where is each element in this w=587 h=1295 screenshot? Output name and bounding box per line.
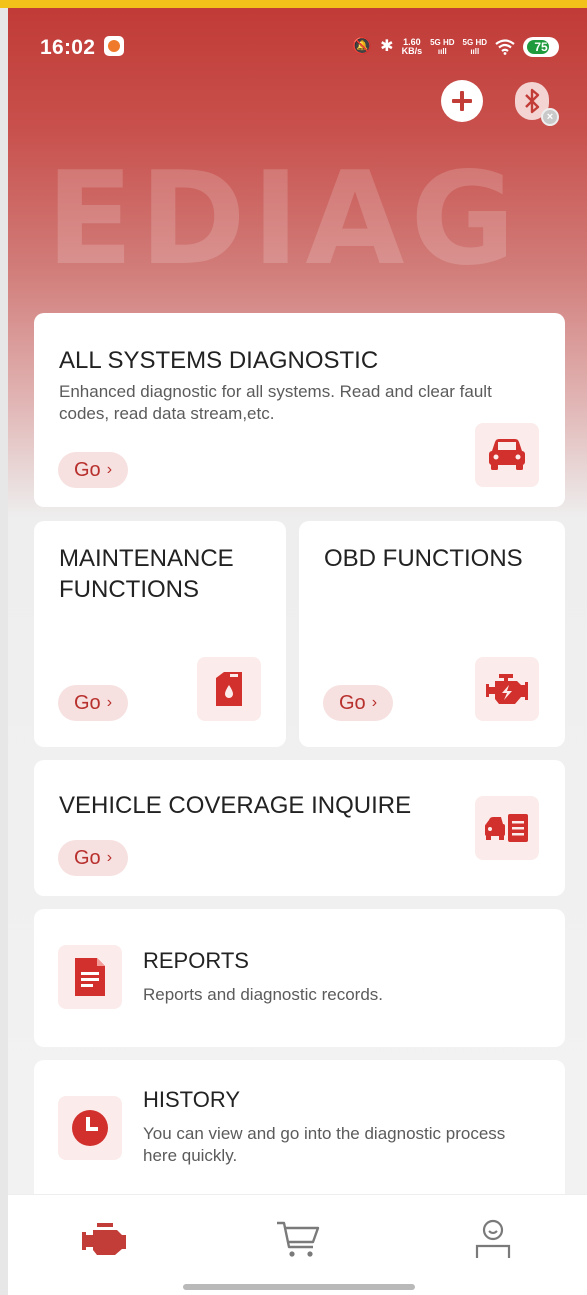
wifi-icon [495,39,515,55]
engine-icon [486,674,528,704]
battery-level: 75 [534,40,548,54]
signal-sim1: 5G HD ııll [430,38,454,56]
nav-shop-tab[interactable] [268,1217,328,1261]
status-bar: 16:02 🔕 ✱ 1.60 KB/s 5G HD ııll 5G HD ııl… [8,8,587,78]
mute-icon: 🔕 [352,38,373,55]
sim2-bars: ııll [470,47,480,56]
clock-icon-tile [58,1096,122,1160]
go-label: Go [74,846,101,869]
notification-app-icon [104,36,124,56]
maintenance-title: MAINTENANCE FUNCTIONS [59,545,234,603]
bluetooth-status-icon: ✱ [380,38,394,55]
go-label: Go [74,691,101,714]
profile-icon [475,1219,511,1258]
speed-unit: KB/s [401,46,423,56]
obd-go-button[interactable]: Go › [323,685,394,721]
go-label: Go [74,458,101,481]
vehicle-coverage-card[interactable]: VEHICLE COVERAGE INQUIRE Go › [34,760,565,896]
chevron-right-icon: › [106,849,113,866]
sim1-bars: ııll [437,47,447,56]
app-screen: 16:02 🔕 ✱ 1.60 KB/s 5G HD ııll 5G HD ııl… [8,8,587,1295]
go-label: Go [339,691,366,714]
cart-icon [277,1221,320,1257]
obd-title: OBD FUNCTIONS [324,545,523,572]
document-icon-tile [58,945,122,1009]
left-edge [0,8,8,1295]
vehicle-coverage-go-button[interactable]: Go › [58,840,129,876]
plus-icon [452,91,472,111]
clock-icon [72,1110,108,1146]
chevron-right-icon: › [106,694,113,711]
status-time: 16:02 [40,36,96,59]
maintenance-card[interactable]: MAINTENANCE FUNCTIONS Go › [34,521,286,747]
sim1-type: 5G HD [430,38,455,47]
reports-desc: Reports and diagnostic records. [143,985,384,1004]
battery-indicator: 75 [523,37,559,57]
bluetooth-button[interactable]: × [515,80,559,126]
car-icon-tile [475,423,539,487]
status-icons: 🔕 ✱ 1.60 KB/s 5G HD ııll 5G HD ııll 75 [352,36,559,58]
sim2-type: 5G HD [462,38,487,47]
chevron-right-icon: › [371,694,378,711]
document-icon [75,958,105,996]
car-list-icon [485,814,528,842]
car-list-icon-tile [475,796,539,860]
reports-card[interactable]: REPORTS Reports and diagnostic records. [34,909,565,1047]
bottom-navigation [8,1194,587,1295]
all-systems-go-button[interactable]: Go › [58,452,129,488]
history-title: HISTORY [143,1087,240,1112]
oil-can-icon-tile [197,657,261,721]
engine-icon-tile [475,657,539,721]
engine-icon [82,1223,126,1255]
vehicle-coverage-title: VEHICLE COVERAGE INQUIRE [59,792,412,819]
reports-title: REPORTS [143,948,249,973]
signal-sim2: 5G HD ııll [463,38,487,56]
nav-diagnose-tab[interactable] [76,1217,136,1261]
disconnected-x-icon: × [541,108,559,126]
nav-profile-tab[interactable] [463,1217,523,1261]
chevron-right-icon: › [106,461,113,478]
history-desc: You can view and go into the diagnostic … [143,1124,506,1165]
obd-card[interactable]: OBD FUNCTIONS Go › [299,521,565,747]
all-systems-card[interactable]: ALL SYSTEMS DIAGNOSTIC Enhanced diagnost… [34,313,565,507]
add-button[interactable] [441,80,483,122]
maintenance-go-button[interactable]: Go › [58,685,129,721]
car-icon [489,439,525,470]
network-speed: 1.60 KB/s [402,38,423,56]
home-indicator[interactable] [183,1284,415,1290]
all-systems-title: ALL SYSTEMS DIAGNOSTIC [59,347,379,374]
brand-watermark: EDIAG [46,145,522,294]
top-border [0,0,587,8]
all-systems-desc: Enhanced diagnostic for all systems. Rea… [59,382,492,423]
oil-can-icon [216,672,242,706]
